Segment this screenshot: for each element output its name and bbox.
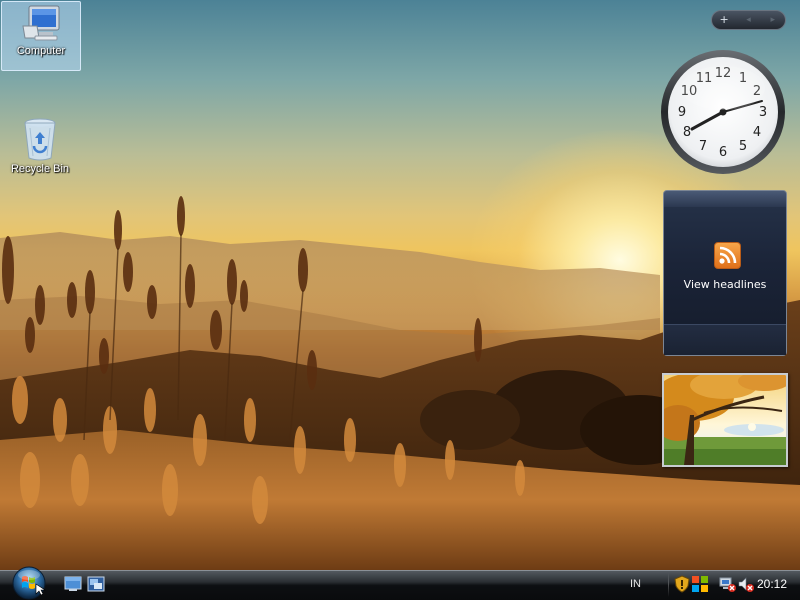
- clock-number: 6: [719, 145, 727, 160]
- landscape-photo: [664, 375, 786, 465]
- clock-number: 8: [683, 125, 691, 140]
- feed-headlines-gadget[interactable]: View headlines: [663, 190, 787, 356]
- language-indicator[interactable]: IN: [630, 578, 641, 590]
- desktop-icon-computer[interactable]: Computer: [1, 1, 81, 71]
- gadget-footer-band: [664, 324, 786, 355]
- computer-icon: [22, 5, 60, 41]
- desktop-icon-label: Recycle Bin: [10, 163, 70, 175]
- clock-number: 4: [753, 125, 761, 140]
- sidebar-controls: + ◂ ▸: [711, 10, 786, 30]
- next-page-button[interactable]: ▸: [763, 11, 783, 29]
- clock-glass-glare: [681, 66, 765, 110]
- desktop-icon-recycle-bin[interactable]: Recycle Bin: [1, 114, 79, 184]
- desktop-icon-label: Computer: [16, 45, 66, 57]
- network-disconnected-icon[interactable]: [719, 575, 737, 593]
- add-gadget-button[interactable]: +: [714, 11, 734, 29]
- windows-orb-icon[interactable]: [8, 564, 50, 600]
- windows-defender-icon[interactable]: [691, 575, 709, 593]
- previous-page-button[interactable]: ◂: [738, 11, 758, 29]
- gadget-header-band: [664, 191, 786, 207]
- taskbar-clock[interactable]: 20:12: [757, 577, 787, 591]
- slideshow-gadget[interactable]: [662, 373, 788, 467]
- switch-windows-icon[interactable]: [87, 576, 105, 592]
- clock-number: 9: [678, 105, 686, 120]
- clock-number: 3: [759, 105, 767, 120]
- rss-feed-icon: [714, 242, 741, 269]
- volume-muted-icon[interactable]: [737, 575, 755, 593]
- clock-number: 7: [699, 139, 707, 154]
- tray-divider: [668, 573, 669, 597]
- clock-number: 5: [739, 139, 747, 154]
- view-headlines-link[interactable]: View headlines: [664, 278, 786, 291]
- show-desktop-icon[interactable]: [64, 576, 82, 592]
- clock-gadget[interactable]: 12 1 2 3 4 5 6 7 8 9 10 11: [659, 48, 787, 176]
- recycle-bin-icon: [24, 118, 56, 161]
- security-shield-icon[interactable]: [673, 575, 691, 593]
